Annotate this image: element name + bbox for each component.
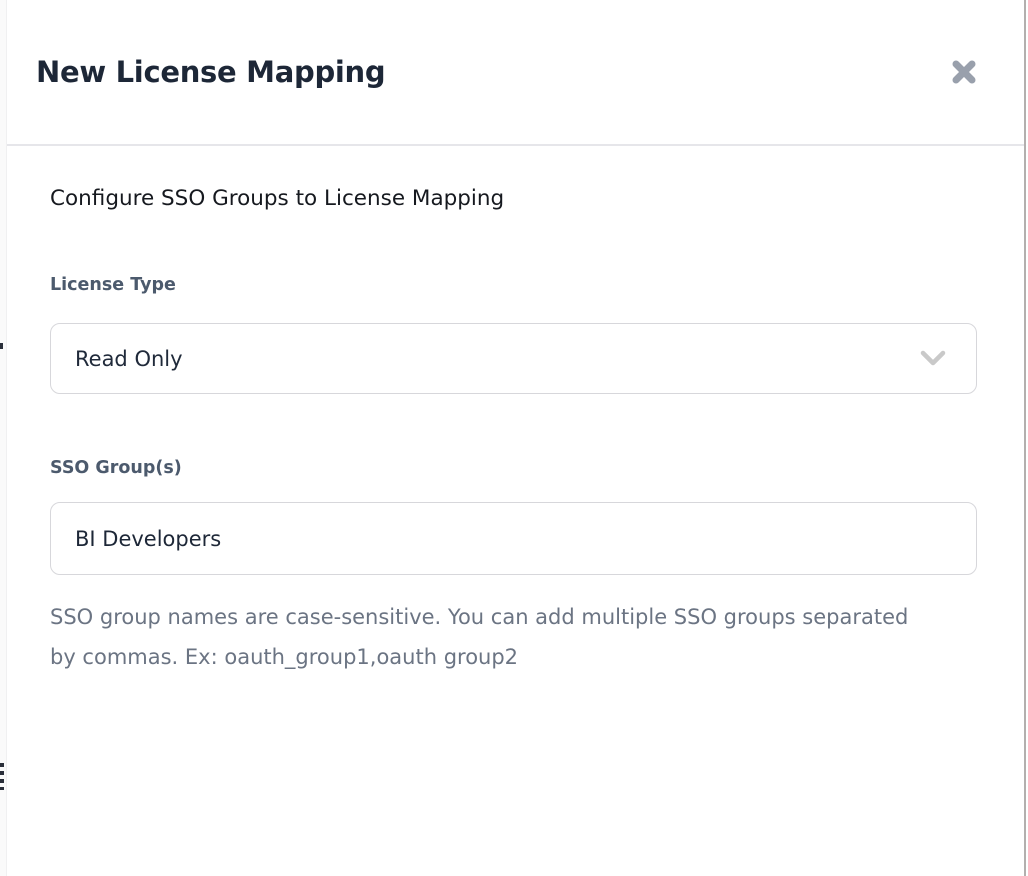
window-edge bbox=[1024, 0, 1026, 876]
dialog-title: New License Mapping bbox=[36, 55, 385, 89]
dialog-header: New License Mapping bbox=[7, 0, 1024, 146]
chevron-down-icon bbox=[918, 349, 948, 369]
dialog-body: Configure SSO Groups to License Mapping … bbox=[7, 146, 1024, 677]
background-artifact bbox=[0, 779, 4, 783]
background-artifact bbox=[0, 771, 4, 775]
dialog-subtitle: Configure SSO Groups to License Mapping bbox=[50, 186, 977, 212]
license-type-selected-value: Read Only bbox=[75, 347, 183, 371]
background-artifact bbox=[0, 787, 4, 790]
sso-groups-help-text: SSO group names are case-sensitive. You … bbox=[50, 597, 930, 677]
new-license-mapping-dialog: New License Mapping Configure SSO Groups… bbox=[7, 0, 1024, 876]
close-button[interactable] bbox=[946, 54, 982, 90]
background-artifact bbox=[0, 343, 3, 349]
close-icon bbox=[950, 58, 978, 86]
sso-groups-label: SSO Group(s) bbox=[50, 457, 977, 479]
license-type-select[interactable]: Read Only bbox=[50, 323, 977, 394]
background-artifact bbox=[0, 763, 4, 767]
sso-groups-input[interactable] bbox=[50, 502, 977, 575]
license-type-label: License Type bbox=[50, 274, 977, 296]
background-page-sliver bbox=[0, 0, 7, 876]
